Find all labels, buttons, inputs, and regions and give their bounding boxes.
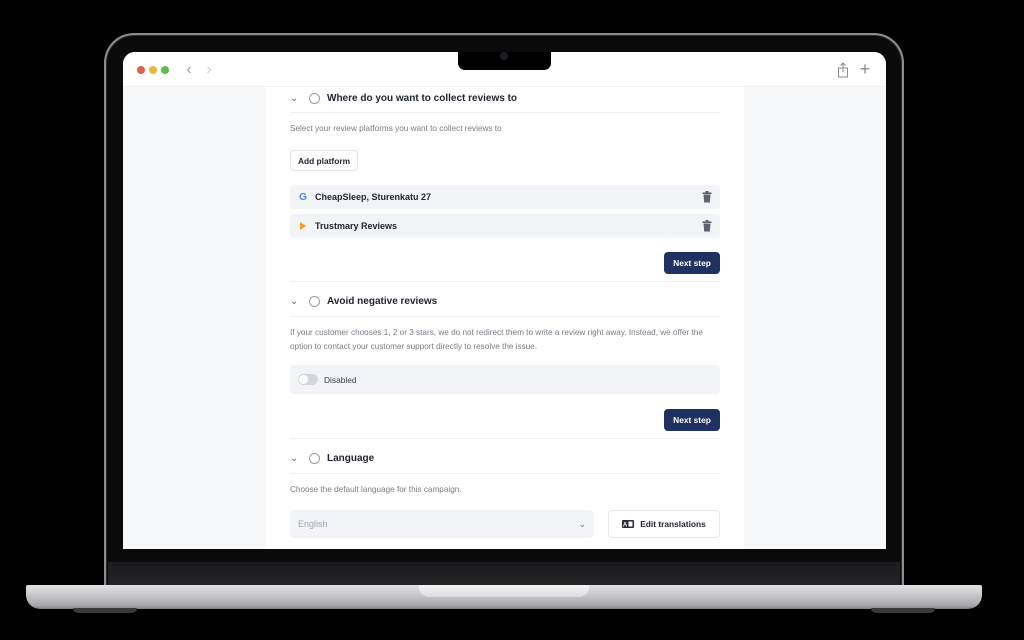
new-tab-icon[interactable]: + <box>858 59 872 79</box>
platform-name: Trustmary Reviews <box>315 221 398 231</box>
camera-icon <box>501 53 507 59</box>
chevron-down-icon[interactable]: ⌄ <box>290 93 304 104</box>
campaign-settings-panel: ⌄ Where do you want to collect reviews t… <box>266 87 744 549</box>
section-title: Language <box>327 452 375 464</box>
avoid-negative-toggle[interactable] <box>298 374 318 385</box>
avoid-negative-toggle-row: Disabled <box>290 365 720 394</box>
toggle-knob <box>299 375 308 384</box>
step-status-radio[interactable] <box>309 295 320 307</box>
minimize-window-button[interactable] <box>149 66 157 74</box>
laptop-bezel <box>108 562 900 586</box>
share-icon[interactable] <box>836 62 850 78</box>
language-value: English <box>298 519 328 529</box>
close-window-button[interactable] <box>137 66 145 74</box>
laptop-base <box>26 585 982 609</box>
trustmary-icon <box>300 222 306 230</box>
next-step-button[interactable]: Next step <box>664 252 720 274</box>
divider <box>290 281 720 282</box>
page-background: ⌄ Where do you want to collect reviews t… <box>123 87 886 549</box>
next-step-button[interactable]: Next step <box>664 409 720 431</box>
laptop-foot <box>73 608 137 613</box>
lid-opening-notch <box>419 585 589 597</box>
section-title: Where do you want to collect reviews to <box>327 92 518 104</box>
camera-notch <box>458 52 551 70</box>
chevron-down-icon[interactable]: ⌄ <box>290 296 304 307</box>
browser-window: ‹ › + ⌄ Where do you want to collect rev… <box>123 52 886 549</box>
back-icon[interactable]: ‹ <box>182 60 196 80</box>
platform-name: CheapSleep, Sturenkatu 27 <box>315 192 432 202</box>
section-header-platforms[interactable]: ⌄ Where do you want to collect reviews t… <box>290 87 720 109</box>
chevron-down-icon[interactable]: ⌄ <box>290 453 304 464</box>
google-icon: G <box>299 191 307 203</box>
section-description: Select your review platforms you want to… <box>290 124 502 133</box>
platform-row: G CheapSleep, Sturenkatu 27 <box>290 185 720 209</box>
section-header-avoid-negative[interactable]: ⌄ Avoid negative reviews <box>290 290 720 312</box>
toggle-label: Disabled <box>324 374 357 385</box>
laptop-foot <box>871 608 935 613</box>
step-status-radio[interactable] <box>309 92 320 104</box>
platform-row: Trustmary Reviews <box>290 214 720 238</box>
add-platform-button[interactable]: Add platform <box>290 150 358 171</box>
translate-icon: A <box>622 520 635 528</box>
trash-icon[interactable] <box>702 191 712 203</box>
section-title: Avoid negative reviews <box>327 295 438 307</box>
edit-translations-button[interactable]: A Edit translations <box>608 510 720 538</box>
divider <box>290 438 720 439</box>
svg-text:A: A <box>623 522 628 528</box>
divider <box>290 316 720 317</box>
chevron-down-icon: ⌄ <box>578 518 586 529</box>
divider <box>290 112 720 113</box>
divider <box>290 473 720 474</box>
maximize-window-button[interactable] <box>161 66 169 74</box>
trash-icon[interactable] <box>702 220 712 232</box>
section-header-language[interactable]: ⌄ Language <box>290 447 720 469</box>
section-description: Choose the default language for this cam… <box>290 485 462 494</box>
forward-icon[interactable]: › <box>202 60 216 80</box>
language-select[interactable]: English ⌄ <box>290 510 594 538</box>
edit-translations-label: Edit translations <box>640 519 706 529</box>
step-status-radio[interactable] <box>309 452 320 464</box>
section-description: If your customer chooses 1, 2 or 3 stars… <box>290 328 703 351</box>
